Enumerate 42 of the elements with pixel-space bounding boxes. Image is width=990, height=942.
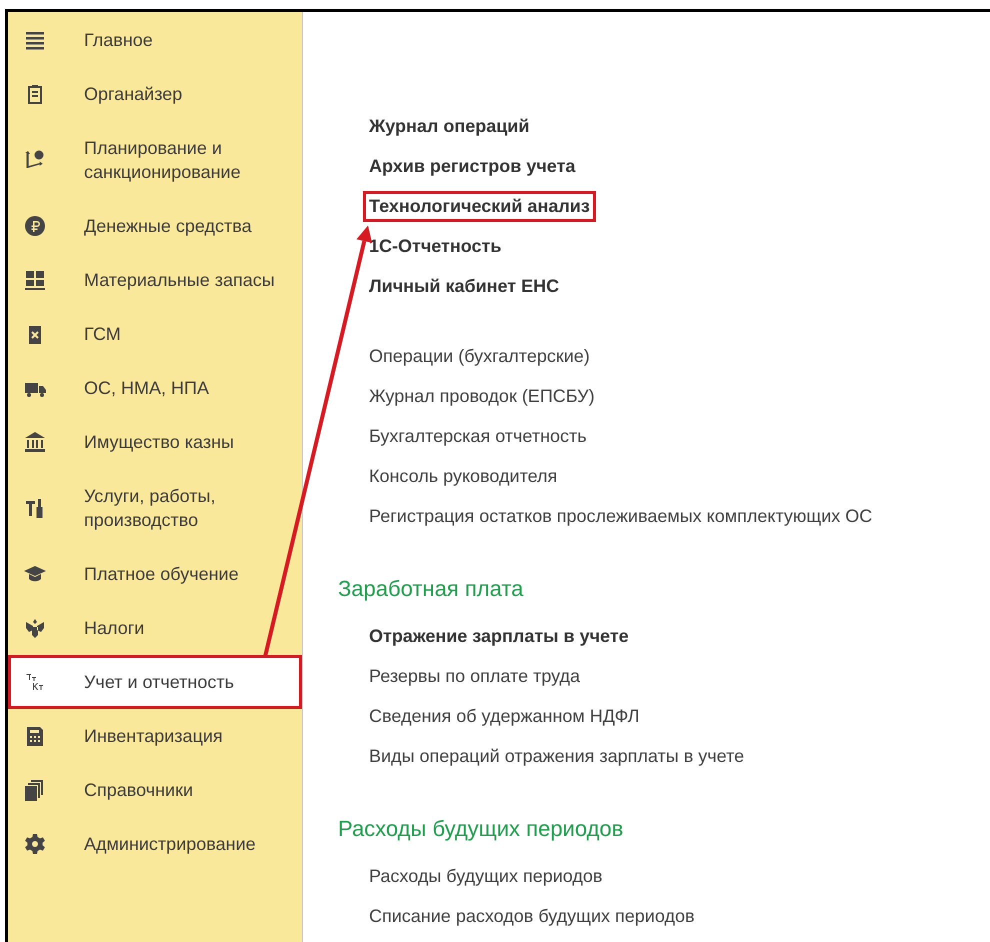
sidebar-item[interactable]: Планирование и санкционирование — [8, 121, 302, 199]
menu-link[interactable]: Бухгалтерская отчетность — [363, 420, 593, 452]
sidebar-item[interactable]: Платное обучение — [8, 547, 302, 601]
menu-link[interactable]: Операции (бухгалтерские) — [363, 340, 596, 372]
menu-link[interactable]: Виды операций отражения зарплаты в учете — [363, 740, 750, 772]
section-heading: Расходы будущих периодов — [338, 815, 624, 843]
sidebar-item[interactable]: Денежные средства — [8, 199, 302, 253]
sidebar-item[interactable]: Учет и отчетность — [8, 655, 302, 709]
sidebar-item[interactable]: ГСМ — [8, 307, 302, 361]
menu-link[interactable]: Журнал операций — [363, 110, 536, 142]
sidebar-item[interactable]: ОС, НМА, НПА — [8, 361, 302, 415]
menu-link[interactable]: Списание расходов будущих периодов — [363, 900, 701, 932]
books-icon — [24, 779, 46, 801]
menu-link[interactable]: Сведения об удержанном НДФЛ — [363, 700, 646, 732]
sidebar-item[interactable]: Органайзер — [8, 67, 302, 121]
menu-link[interactable]: Архив регистров учета — [363, 150, 582, 182]
menu-link[interactable]: Регистрация остатков прослеживаемых комплектующих ОС — [363, 500, 878, 532]
menu-link[interactable]: Резервы по оплате труда — [363, 660, 586, 692]
chart-axes-icon — [24, 149, 46, 171]
sidebar-item[interactable]: Налоги — [8, 601, 302, 655]
menu-link[interactable]: Технологический анализ — [363, 190, 596, 222]
section-heading: Заработная плата — [338, 575, 524, 603]
settings-icon — [24, 833, 46, 855]
debit-credit-icon — [24, 671, 46, 693]
menu-link[interactable]: Журнал проводок (ЕПСБУ) — [363, 380, 601, 412]
menu-link[interactable]: Консоль руководителя — [363, 460, 564, 492]
menu-link[interactable]: Личный кабинет ЕНС — [363, 270, 566, 302]
sidebar-item[interactable]: Справочники — [8, 763, 302, 817]
menu-icon — [24, 29, 46, 51]
sidebar-item[interactable]: Услуги, работы, производство — [8, 469, 302, 547]
calculator-icon — [24, 725, 46, 747]
menu-link[interactable]: 1С-Отчетность — [363, 230, 508, 262]
sidebar-item[interactable]: Материальные запасы — [8, 253, 302, 307]
menu-link[interactable]: Расходы будущих периодов — [363, 860, 608, 892]
bank-building-icon — [24, 431, 46, 453]
sidebar-item[interactable]: Имущество казны — [8, 415, 302, 469]
sidebar-item[interactable]: Администрирование — [8, 817, 302, 871]
grid-icon — [24, 269, 46, 291]
menu-link[interactable]: Отражение зарплаты в учете — [363, 620, 635, 652]
sidebar-item[interactable]: Главное — [8, 13, 302, 67]
ruble-coin-icon — [24, 215, 46, 237]
sidebar-item[interactable]: Инвентаризация — [8, 709, 302, 763]
